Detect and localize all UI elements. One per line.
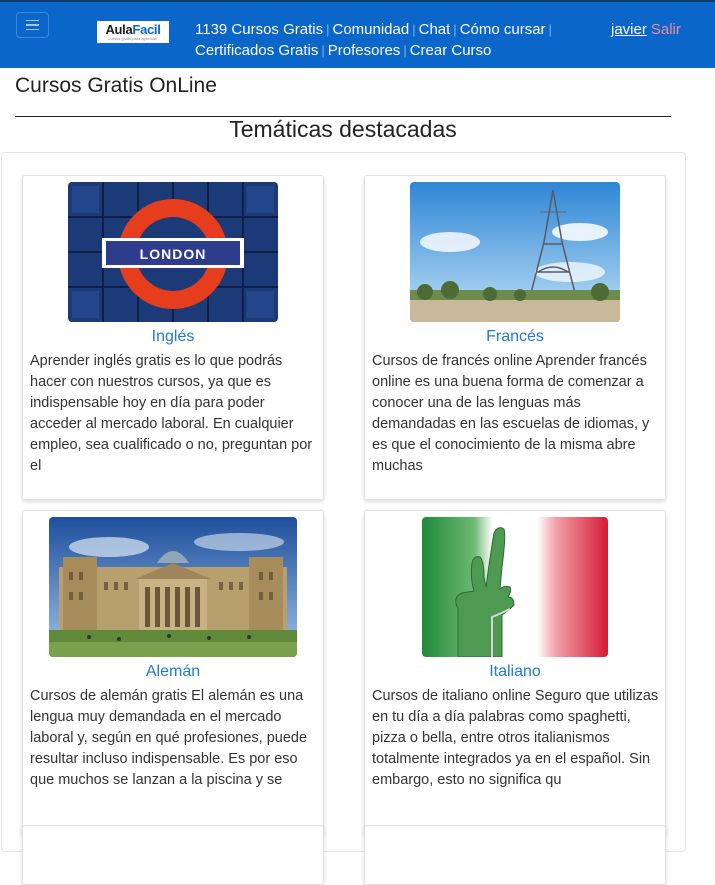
card-description: Aprender inglés gratis es lo que podrás … bbox=[30, 353, 313, 474]
nav-separator: | bbox=[326, 22, 330, 37]
nav-links: 1139 Cursos Gratis | Comunidad | Chat | Cómo c… bbox=[195, 19, 565, 61]
nav-link-comunidad[interactable]: Comunidad bbox=[333, 21, 410, 38]
course-card-italiano[interactable]: Italiano Cursos de italiano online Segur… bbox=[364, 510, 666, 835]
hamburger-icon bbox=[26, 19, 39, 22]
page-title: Cursos Gratis OnLine bbox=[15, 74, 217, 97]
user-area: javier Salir bbox=[611, 19, 681, 40]
logo-tagline: cursos gratis para aprender bbox=[108, 36, 158, 41]
reichstag-illustration bbox=[49, 517, 297, 657]
card-title[interactable]: Inglés bbox=[23, 328, 323, 346]
nav-link-certificados[interactable]: Certificados Gratis bbox=[195, 42, 318, 59]
reichstag-image[interactable] bbox=[49, 517, 297, 657]
course-card-partial[interactable] bbox=[22, 825, 324, 885]
nav-separator: | bbox=[548, 22, 552, 37]
card-title[interactable]: Italiano bbox=[365, 663, 665, 681]
top-navbar: AulaFacil cursos gratis para aprender 11… bbox=[0, 0, 715, 68]
course-card-frances[interactable]: Francés Cursos de francés online Aprende… bbox=[364, 175, 666, 500]
italian-flag-hand-illustration bbox=[422, 517, 608, 657]
london-sign-illustration: LONDON bbox=[68, 182, 278, 322]
logo-text-a: Aula bbox=[105, 22, 133, 37]
featured-topics-panel: LONDON Inglés Aprender inglés gratis es … bbox=[1, 152, 686, 885]
eiffel-tower-image[interactable] bbox=[410, 182, 620, 322]
nav-separator: | bbox=[403, 43, 407, 58]
hamburger-icon-bar bbox=[26, 24, 39, 26]
card-description: Cursos de francés online Aprender francé… bbox=[372, 353, 650, 474]
london-sign-text: LONDON bbox=[140, 246, 207, 262]
course-card-partial[interactable] bbox=[364, 825, 666, 885]
logo-text-b: Facil bbox=[132, 22, 161, 37]
nav-link-profesores[interactable]: Profesores bbox=[328, 42, 401, 59]
italian-flag-hand-image[interactable] bbox=[422, 517, 608, 657]
nav-link-crear-curso[interactable]: Crear Curso bbox=[410, 42, 492, 59]
user-profile-link[interactable]: javier bbox=[611, 21, 647, 38]
card-title[interactable]: Francés bbox=[365, 328, 665, 346]
course-card-aleman[interactable]: Alemán Cursos de alemán gratis El alemán… bbox=[22, 510, 324, 835]
logout-link[interactable]: Salir bbox=[651, 21, 681, 38]
card-title[interactable]: Alemán bbox=[23, 663, 323, 681]
eiffel-tower-illustration bbox=[410, 182, 620, 322]
hamburger-icon-bar bbox=[26, 28, 39, 31]
card-description: Cursos de alemán gratis El alemán es una… bbox=[30, 688, 308, 788]
course-card-ingles[interactable]: LONDON Inglés Aprender inglés gratis es … bbox=[22, 175, 324, 500]
london-underground-image[interactable]: LONDON bbox=[68, 182, 278, 322]
nav-separator: | bbox=[412, 22, 416, 37]
logo-wordmark: AulaFacil bbox=[105, 23, 160, 36]
nav-separator: | bbox=[453, 22, 457, 37]
card-description: Cursos de italiano online Seguro que uti… bbox=[372, 688, 659, 788]
nav-link-chat[interactable]: Chat bbox=[419, 21, 451, 38]
aulafacil-logo[interactable]: AulaFacil cursos gratis para aprender bbox=[97, 21, 169, 43]
nav-link-como-cursar[interactable]: Cómo cursar bbox=[460, 21, 546, 38]
nav-separator: | bbox=[321, 43, 325, 58]
nav-link-cursos-gratis[interactable]: 1139 Cursos Gratis bbox=[195, 21, 323, 38]
menu-toggle-button[interactable] bbox=[16, 12, 49, 38]
section-heading: Temáticas destacadas bbox=[229, 116, 457, 142]
